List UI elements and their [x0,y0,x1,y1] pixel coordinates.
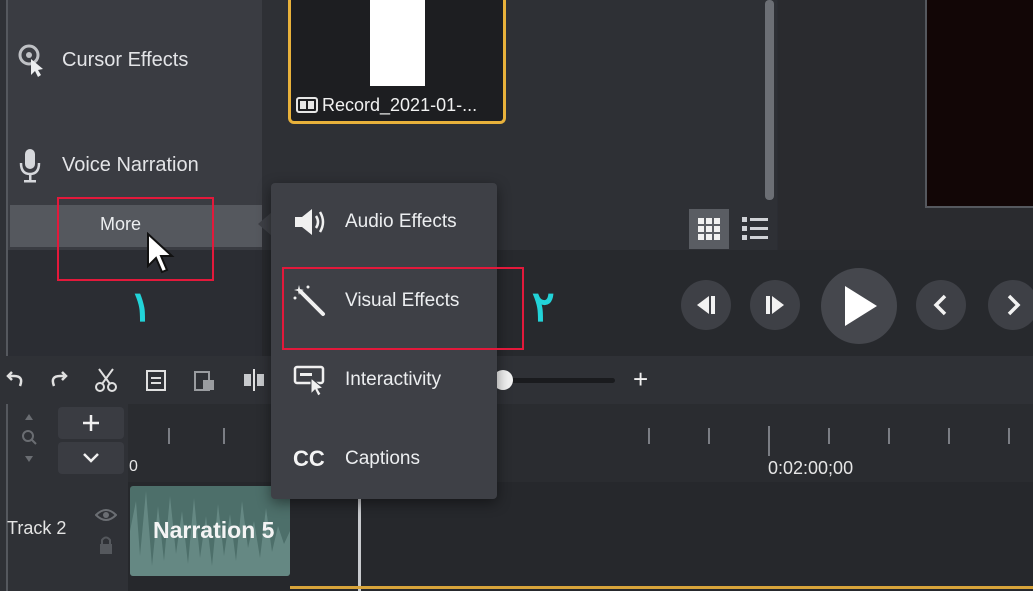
copy-button[interactable] [140,364,172,396]
previous-marker-button[interactable] [916,280,966,330]
menu-item-audio-effects[interactable]: Audio Effects [287,200,487,244]
preview-canvas[interactable] [925,0,1033,208]
menu-item-captions[interactable]: CC Captions [287,437,487,481]
paste-button[interactable] [188,364,220,396]
tool-item-cursor-effects[interactable]: Cursor Effects [12,38,257,82]
next-frame-button[interactable] [750,280,800,330]
lock-icon[interactable] [98,535,114,555]
panel-edge [0,0,8,591]
menu-item-label: Audio Effects [345,211,457,232]
step-number-2: ٢ [532,282,555,331]
media-bin-scrollbar[interactable] [765,0,774,200]
speaker-icon [287,202,333,242]
captions-icon-text: CC [293,446,325,471]
copy-icon [146,370,166,391]
tool-label: Voice Narration [62,153,199,176]
tool-label: Cursor Effects [62,48,189,71]
microphone-icon [12,147,48,183]
track-name: Track 2 [7,518,67,538]
collapse-tracks-button[interactable] [58,442,124,474]
cut-button[interactable] [90,364,122,396]
tool-item-voice-narration[interactable]: Voice Narration [12,143,257,187]
clip-name: Narration 5 [153,517,275,543]
thumbnail-caption-row: Record_2021-01-... [296,93,477,117]
thumbnail-caption: Record_2021-01-... [322,94,478,115]
split-button[interactable] [238,364,270,396]
chevron-left-icon [933,294,947,316]
undo-icon [6,371,23,387]
ruler-start-label: 0 [129,458,138,475]
cursor-effects-icon [12,42,48,78]
highlight-box-visual-effects [282,267,524,350]
thumbnail-preview [370,0,425,86]
zoom-tracks-icon[interactable] [18,412,40,464]
previous-frame-button[interactable] [681,280,731,330]
split-icon [244,369,264,391]
redo-icon [51,371,68,387]
step-number-1: ١ [130,282,153,331]
interactivity-icon [287,360,333,400]
grid-view-button[interactable] [689,209,729,249]
chevron-right-icon [1007,294,1021,316]
menu-item-label: Interactivity [345,369,442,390]
menu-item-label: Captions [345,448,420,469]
scissors-icon [95,368,117,392]
undo-button[interactable] [0,364,32,396]
zoom-slider-track[interactable] [500,378,615,383]
list-icon [742,217,768,240]
step-forward-icon [766,296,784,314]
ruler-time-label: 0:02:00;00 [768,458,854,478]
selection-outline [290,586,1033,589]
eye-icon[interactable] [95,508,117,522]
list-view-button[interactable] [735,209,775,249]
chevron-down-icon [83,453,99,463]
paste-icon [194,371,214,391]
play-icon [845,286,877,326]
add-track-button[interactable] [58,407,124,439]
redo-button[interactable] [42,364,74,396]
grid-icon [698,218,720,240]
play-button[interactable] [821,268,897,344]
popup-pointer [258,212,272,236]
highlight-box-more [57,197,214,281]
next-marker-button[interactable] [988,280,1033,330]
captions-icon: CC [287,439,333,479]
step-back-icon [697,296,715,314]
zoom-in-button[interactable]: + [633,364,648,395]
timeline-ruler[interactable] [128,404,1033,482]
video-clip-icon [296,97,318,113]
menu-item-interactivity[interactable]: Interactivity [287,358,487,402]
plus-icon [83,415,99,431]
